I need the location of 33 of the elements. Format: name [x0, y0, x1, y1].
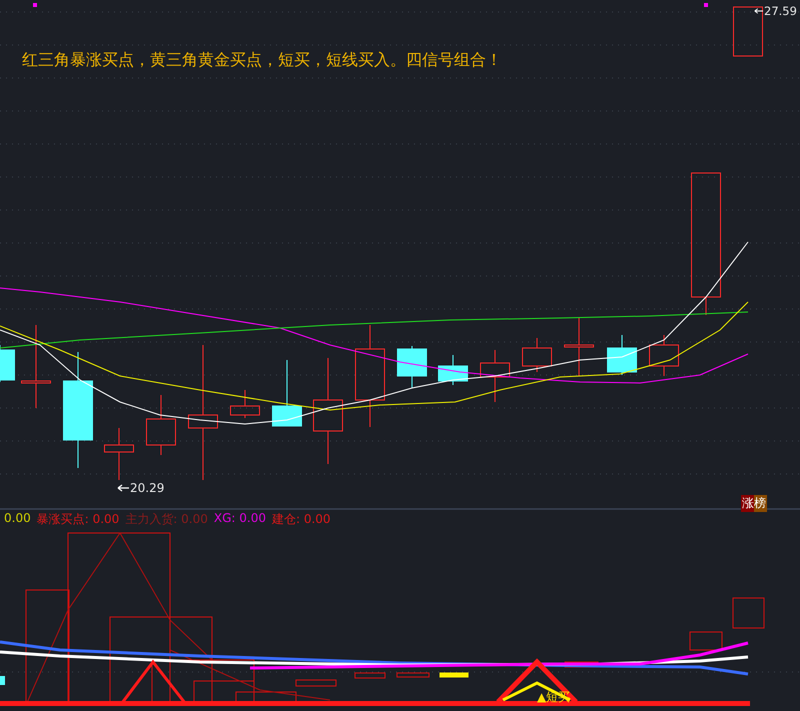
indicator-bar: [296, 680, 336, 686]
indicator-value: XG: 0.00: [214, 511, 266, 527]
candlestick: [649, 334, 679, 376]
indicator-value: 暴涨买点: 0.00: [36, 511, 120, 528]
arrow-left-icon: [117, 484, 129, 492]
rank-badge[interactable]: 涨榜: [741, 495, 767, 512]
candlestick: [104, 428, 134, 480]
candlestick: [146, 394, 176, 456]
candlestick: [607, 334, 637, 376]
indicator-value: 建仓: 0.00: [272, 511, 331, 528]
candlestick: [522, 338, 552, 372]
signal-label: ▲短买: [537, 689, 570, 706]
headline-text: 红三角暴涨买点，黄三角黄金买点，短买，短线买入。四信号组合！: [22, 50, 502, 71]
indicator-bar: [732, 598, 764, 628]
indicator-bar: [396, 672, 430, 678]
indicator-value: 主力入货: 0.00: [125, 511, 208, 528]
indicator-bar: [0, 676, 5, 685]
indicator-bar: [440, 672, 468, 678]
candlestick: [480, 350, 510, 402]
candlestick: [438, 354, 468, 386]
indicator-bar: [564, 662, 598, 668]
candlestick: [733, 6, 763, 56]
indicator-bar: [690, 632, 722, 650]
price-label: 20.29: [130, 481, 164, 495]
indicator-value: 0.00: [4, 511, 31, 527]
candlestick: [272, 360, 302, 426]
candlestick: [397, 346, 427, 388]
indicator-bar: [354, 672, 386, 678]
candlestick: [230, 390, 260, 418]
candlestick: [0, 344, 15, 382]
arrow-left-icon: [754, 7, 763, 15]
candlestick: [564, 318, 594, 376]
price-label: 27.59: [764, 4, 797, 18]
